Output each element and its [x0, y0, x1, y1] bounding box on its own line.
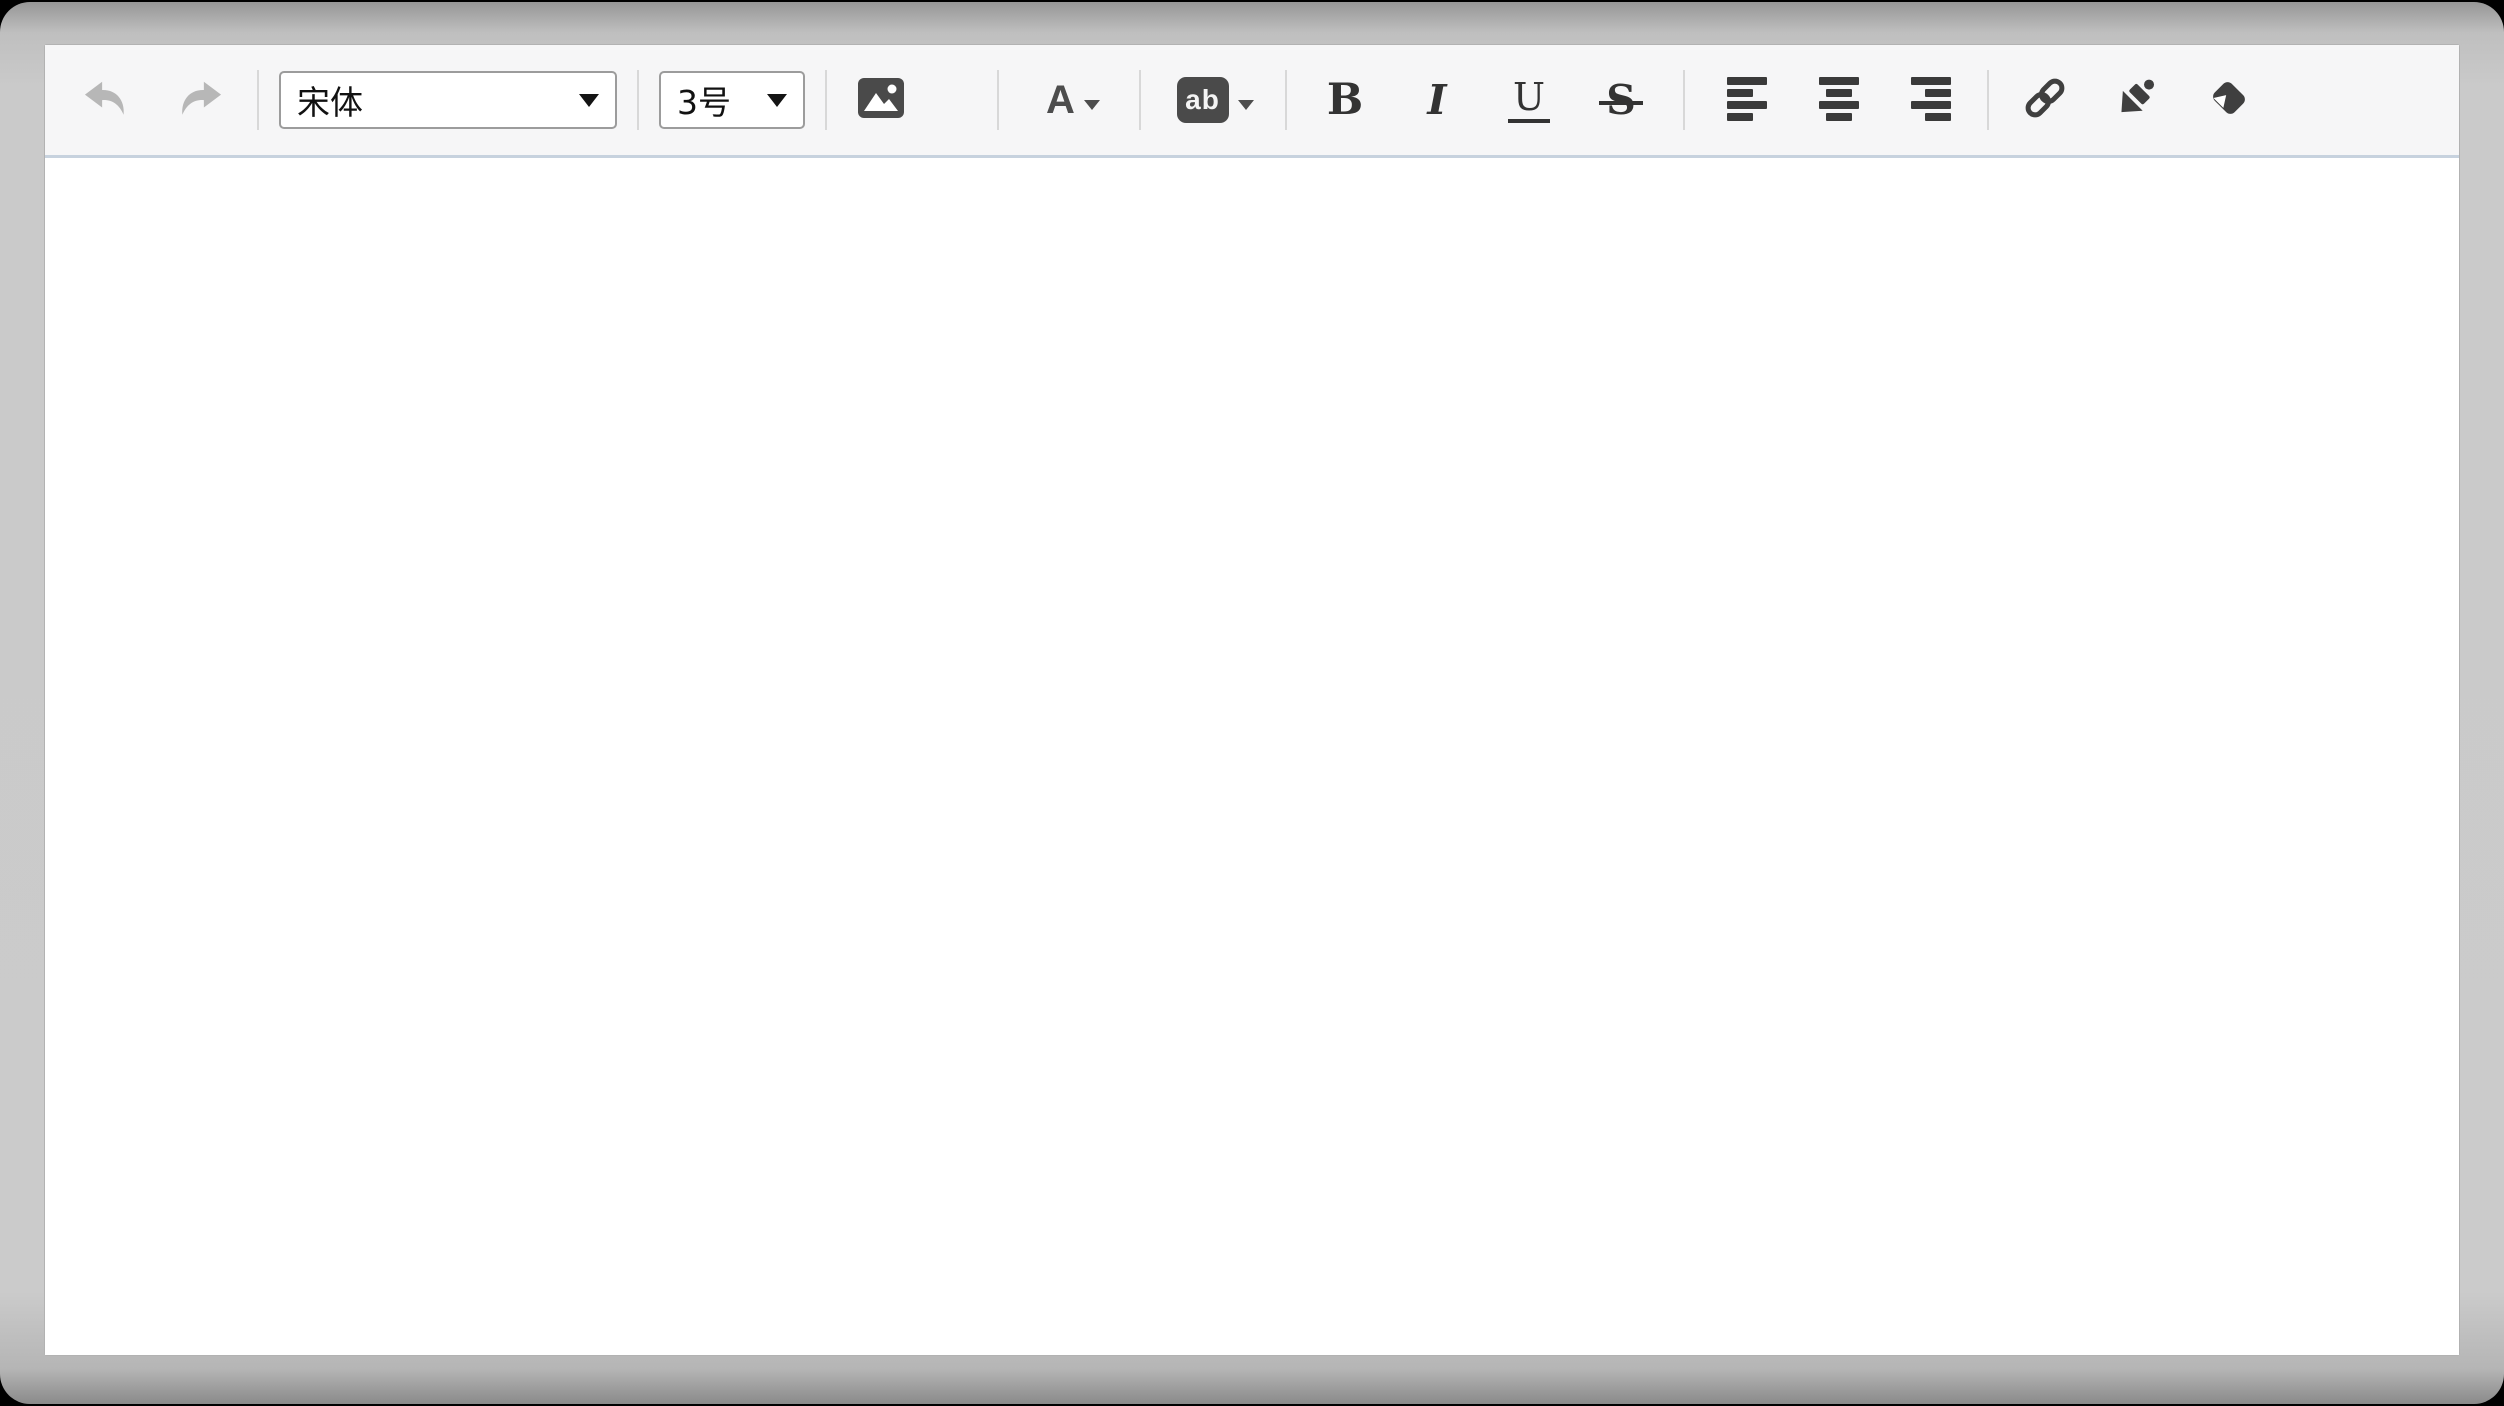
toolbar-separator	[825, 70, 827, 130]
underline-icon: U	[1508, 78, 1550, 123]
format-brush-button[interactable]	[2105, 68, 2169, 132]
undo-button[interactable]	[73, 68, 137, 132]
undo-icon	[82, 77, 128, 124]
strikethrough-icon: S	[1606, 80, 1636, 121]
image-icon	[857, 76, 905, 125]
link-icon	[2021, 74, 2069, 127]
caret-down-icon	[579, 94, 599, 107]
toolbar-separator	[1683, 70, 1685, 130]
insert-image-button[interactable]	[849, 68, 913, 132]
align-right-icon	[1909, 75, 1953, 126]
editor-toolbar: 宋体 3号	[45, 45, 2459, 158]
italic-button[interactable]: I	[1405, 68, 1469, 132]
highlight-color-button[interactable]: ab	[1171, 68, 1259, 132]
font-family-value: 宋体	[297, 76, 363, 124]
highlight-label: ab	[1177, 77, 1229, 123]
eraser-icon	[2205, 74, 2253, 127]
align-center-button[interactable]	[1807, 68, 1871, 132]
font-color-label: A	[1046, 80, 1075, 120]
editor-content-area[interactable]	[45, 158, 2459, 1355]
toolbar-separator	[1285, 70, 1287, 130]
align-right-button[interactable]	[1899, 68, 1963, 132]
font-family-select[interactable]: 宋体	[279, 71, 617, 129]
caret-down-icon	[1084, 100, 1100, 110]
rich-text-editor: 宋体 3号	[44, 44, 2460, 1356]
toolbar-separator	[637, 70, 639, 130]
bold-label: B	[1327, 79, 1363, 122]
toolbar-separator	[1139, 70, 1141, 130]
caret-down-icon	[767, 94, 787, 107]
toolbar-separator	[1987, 70, 1989, 130]
toolbar-separator	[997, 70, 999, 130]
redo-button[interactable]	[169, 68, 233, 132]
insert-link-button[interactable]	[2013, 68, 2077, 132]
clear-format-button[interactable]	[2197, 68, 2261, 132]
redo-icon	[178, 77, 224, 124]
underline-button[interactable]: U	[1497, 68, 1561, 132]
font-size-value: 3号	[677, 76, 731, 124]
strikethrough-label: S	[1606, 76, 1636, 124]
font-size-select[interactable]: 3号	[659, 71, 805, 129]
align-left-button[interactable]	[1715, 68, 1779, 132]
font-color-button[interactable]: A	[1037, 68, 1109, 132]
brush-icon	[2113, 74, 2161, 127]
align-center-icon	[1817, 75, 1861, 126]
strikethrough-button[interactable]: S	[1589, 68, 1653, 132]
italic-label: I	[1427, 80, 1446, 121]
toolbar-separator	[257, 70, 259, 130]
underline-label: U	[1513, 75, 1545, 119]
align-left-icon	[1725, 75, 1769, 126]
caret-down-icon	[1238, 100, 1254, 110]
bold-button[interactable]: B	[1313, 68, 1377, 132]
editor-outer-frame: 宋体 3号	[0, 2, 2504, 1404]
